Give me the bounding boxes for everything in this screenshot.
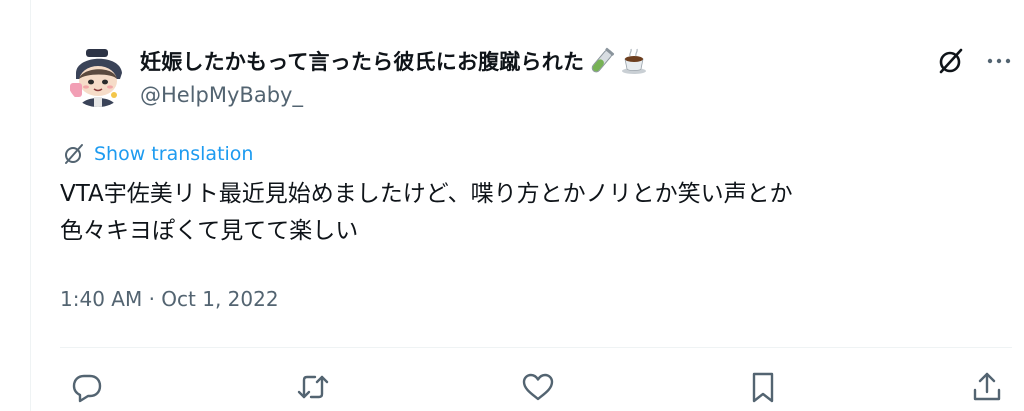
show-translation-label[interactable]: Show translation [94, 143, 253, 165]
retweet-icon[interactable] [296, 370, 330, 404]
bookmark-icon[interactable] [746, 370, 780, 404]
author-handle[interactable]: @HelpMyBaby_ [140, 83, 303, 107]
like-icon[interactable] [521, 370, 555, 404]
tweet-text-line-1: VTA宇佐美リト最近見始めましたけど、喋り方とかノリとか笑い声とか [60, 181, 793, 207]
actions-divider [60, 347, 1012, 348]
reply-icon[interactable] [70, 370, 104, 404]
avatar[interactable] [66, 43, 130, 107]
grok-translate-icon [65, 144, 83, 164]
avatar-illustration [66, 43, 130, 107]
tweet-text: VTA宇佐美リト最近見始めましたけど、喋り方とかノリとか笑い声とか 色々キヨぽく… [60, 176, 1000, 250]
grok-icon[interactable] [936, 46, 966, 76]
author-name-row[interactable]: 妊娠したかもって言ったら彼氏にお腹蹴られた [140, 46, 648, 76]
tweet-text-line-2: 色々キヨぽくて見てて楽しい [60, 218, 359, 244]
test-tube-icon [588, 47, 616, 75]
display-name[interactable]: 妊娠したかもって言ったら彼氏にお腹蹴られた [140, 46, 584, 76]
tweet-card: 妊娠したかもって言ったら彼氏にお腹蹴られた @HelpMyBaby_ Show … [0, 0, 1024, 411]
share-icon[interactable] [970, 370, 1004, 404]
coffee-cup-icon [620, 47, 648, 75]
tweet-timestamp[interactable]: 1:40 AM · Oct 1, 2022 [60, 287, 279, 311]
more-options-icon[interactable] [984, 46, 1014, 76]
timeline-border [30, 0, 31, 411]
show-translation-link[interactable]: Show translation [62, 142, 253, 166]
